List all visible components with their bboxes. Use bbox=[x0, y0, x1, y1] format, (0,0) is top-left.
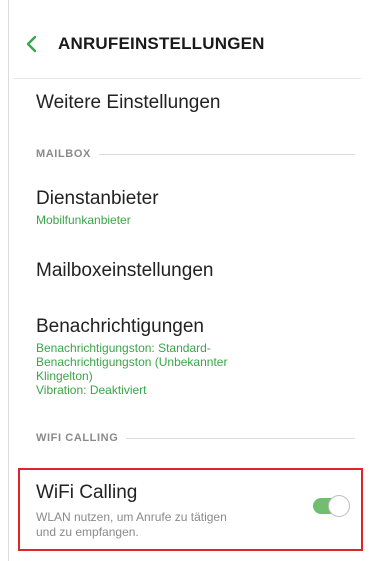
benachrichtigungen-subtitle-line: Vibration: Deaktiviert bbox=[36, 383, 147, 397]
back-button[interactable] bbox=[20, 32, 44, 56]
benachrichtigungen-item[interactable]: Benachrichtigungen Benachrichtigungston:… bbox=[36, 316, 355, 397]
toggle-knob bbox=[329, 496, 349, 516]
benachrichtigungen-subtitle-line: Benachrichtigungston (Unbekannter bbox=[36, 355, 228, 369]
wifi-calling-label: WiFi Calling bbox=[36, 482, 138, 503]
weitere-einstellungen-item[interactable]: Weitere Einstellungen bbox=[36, 92, 355, 114]
dienstanbieter-item[interactable]: Dienstanbieter Mobilfunkanbieter bbox=[36, 188, 355, 227]
weitere-einstellungen-label: Weitere Einstellungen bbox=[36, 92, 221, 113]
chevron-left-icon bbox=[26, 35, 37, 53]
benachrichtigungen-subtitle-line: Klingelton) bbox=[36, 369, 93, 383]
mailboxeinstellungen-item[interactable]: Mailboxeinstellungen bbox=[36, 260, 355, 282]
section-divider bbox=[126, 437, 355, 439]
wifi-calling-toggle[interactable] bbox=[313, 496, 349, 516]
benachrichtigungen-label: Benachrichtigungen bbox=[36, 316, 204, 337]
wifi-calling-description-line: WLAN nutzen, um Anrufe zu tätigen bbox=[36, 510, 227, 524]
dienstanbieter-label: Dienstanbieter bbox=[36, 188, 159, 209]
wifi-calling-description: WLAN nutzen, um Anrufe zu tätigen und zu… bbox=[36, 510, 296, 540]
header-divider bbox=[14, 78, 361, 79]
section-divider bbox=[98, 153, 355, 155]
wifi-calling-description-line: und zu empfangen. bbox=[36, 525, 139, 539]
section-header-wifi-calling: WIFI CALLING bbox=[36, 432, 355, 444]
section-label-wifi-calling: WIFI CALLING bbox=[36, 432, 119, 444]
benachrichtigungen-subtitle: Benachrichtigungston: Standard- Benachri… bbox=[36, 341, 355, 397]
benachrichtigungen-subtitle-line: Benachrichtigungston: Standard- bbox=[36, 341, 211, 355]
wifi-calling-item[interactable]: WiFi Calling WLAN nutzen, um Anrufe zu t… bbox=[18, 468, 363, 551]
left-edge-rule bbox=[8, 0, 9, 561]
section-header-mailbox: MAILBOX bbox=[36, 148, 355, 160]
top-app-bar: ANRUFEINSTELLUNGEN bbox=[20, 26, 265, 62]
section-label-mailbox: MAILBOX bbox=[36, 148, 91, 160]
dienstanbieter-subtitle: Mobilfunkanbieter bbox=[36, 213, 131, 227]
page-title: ANRUFEINSTELLUNGEN bbox=[58, 34, 265, 53]
mailboxeinstellungen-label: Mailboxeinstellungen bbox=[36, 260, 214, 281]
